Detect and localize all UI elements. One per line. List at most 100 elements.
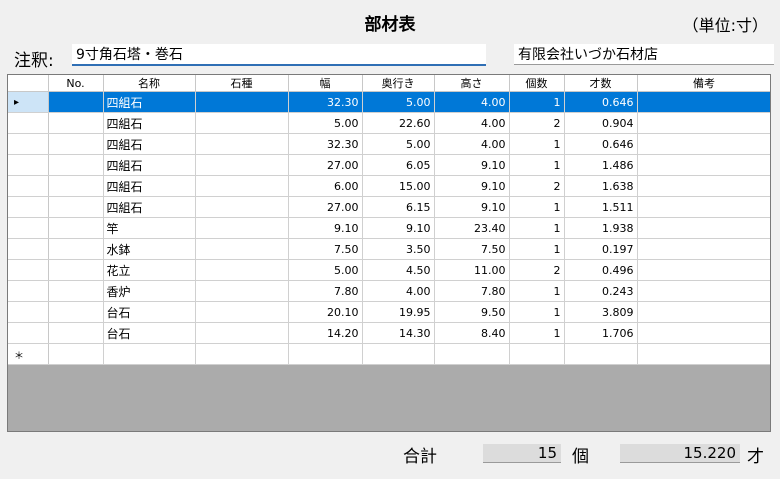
cell-width[interactable]: 32.30 [288,133,363,155]
cell-stone[interactable] [195,322,289,344]
column-header[interactable]: 高さ [434,75,510,92]
cell-depth[interactable]: 9.10 [362,217,435,239]
cell-name[interactable]: 四組石 [103,196,196,218]
cell-name[interactable]: 花立 [103,259,196,281]
cell-height[interactable]: 4.00 [434,91,510,113]
new-row-cell[interactable] [564,343,638,365]
cell-count[interactable]: 1 [509,217,565,239]
cell-count[interactable]: 1 [509,133,565,155]
cell-height[interactable]: 8.40 [434,322,510,344]
cell-volume[interactable]: 1.511 [564,196,638,218]
cell-remarks[interactable] [637,196,770,218]
cell-name[interactable]: 水鉢 [103,238,196,260]
cell-no[interactable] [48,259,104,281]
cell-count[interactable]: 1 [509,238,565,260]
row-selector[interactable] [8,175,49,197]
table-row[interactable]: 四組石 6.00 15.00 9.10 2 1.638 [8,175,770,197]
cell-count[interactable]: 1 [509,301,565,323]
cell-stone[interactable] [195,217,289,239]
cell-depth[interactable]: 4.50 [362,259,435,281]
cell-stone[interactable] [195,112,289,134]
row-selector[interactable]: ▸ [8,91,49,113]
new-row-cell[interactable] [103,343,196,365]
cell-height[interactable]: 9.10 [434,196,510,218]
cell-count[interactable]: 2 [509,175,565,197]
cell-count[interactable]: 1 [509,280,565,302]
row-selector[interactable] [8,112,49,134]
cell-name[interactable]: 四組石 [103,154,196,176]
cell-volume[interactable]: 1.938 [564,217,638,239]
cell-name[interactable]: 四組石 [103,91,196,113]
cell-depth[interactable]: 14.30 [362,322,435,344]
cell-height[interactable]: 9.50 [434,301,510,323]
cell-width[interactable]: 20.10 [288,301,363,323]
table-row[interactable]: 台石 14.20 14.30 8.40 1 1.706 [8,322,770,344]
cell-count[interactable]: 2 [509,259,565,281]
cell-remarks[interactable] [637,301,770,323]
cell-remarks[interactable] [637,133,770,155]
cell-depth[interactable]: 19.95 [362,301,435,323]
cell-no[interactable] [48,196,104,218]
cell-remarks[interactable] [637,217,770,239]
cell-width[interactable]: 7.50 [288,238,363,260]
new-row[interactable]: ＊ [8,343,770,365]
new-row-cell[interactable] [48,343,104,365]
cell-depth[interactable]: 6.05 [362,154,435,176]
cell-width[interactable]: 32.30 [288,91,363,113]
cell-count[interactable]: 1 [509,91,565,113]
cell-remarks[interactable] [637,175,770,197]
cell-height[interactable]: 4.00 [434,133,510,155]
cell-no[interactable] [48,133,104,155]
cell-count[interactable]: 1 [509,322,565,344]
table-row[interactable]: 四組石 27.00 6.05 9.10 1 1.486 [8,154,770,176]
cell-height[interactable]: 7.50 [434,238,510,260]
cell-height[interactable]: 9.10 [434,154,510,176]
row-selector[interactable] [8,280,49,302]
table-row[interactable]: 四組石 32.30 5.00 4.00 1 0.646 [8,133,770,155]
cell-remarks[interactable] [637,112,770,134]
cell-volume[interactable]: 0.646 [564,91,638,113]
cell-height[interactable]: 7.80 [434,280,510,302]
table-row[interactable]: ▸ 四組石 32.30 5.00 4.00 1 0.646 [8,91,770,113]
cell-depth[interactable]: 6.15 [362,196,435,218]
cell-no[interactable] [48,91,104,113]
cell-remarks[interactable] [637,259,770,281]
cell-height[interactable]: 4.00 [434,112,510,134]
cell-name[interactable]: 台石 [103,301,196,323]
column-header[interactable]: 才数 [564,75,638,92]
row-selector[interactable] [8,217,49,239]
cell-no[interactable] [48,238,104,260]
cell-width[interactable]: 9.10 [288,217,363,239]
cell-name[interactable]: 香炉 [103,280,196,302]
cell-stone[interactable] [195,259,289,281]
cell-height[interactable]: 23.40 [434,217,510,239]
column-header[interactable]: 奥行き [362,75,435,92]
table-row[interactable]: 竿 9.10 9.10 23.40 1 1.938 [8,217,770,239]
new-row-cell[interactable] [434,343,510,365]
new-row-cell[interactable] [362,343,435,365]
cell-depth[interactable]: 15.00 [362,175,435,197]
row-selector[interactable] [8,322,49,344]
column-header[interactable]: 石種 [195,75,289,92]
cell-depth[interactable]: 3.50 [362,238,435,260]
cell-depth[interactable]: 5.00 [362,91,435,113]
table-row[interactable]: 台石 20.10 19.95 9.50 1 3.809 [8,301,770,323]
cell-name[interactable]: 四組石 [103,175,196,197]
cell-stone[interactable] [195,133,289,155]
table-row[interactable]: 四組石 27.00 6.15 9.10 1 1.511 [8,196,770,218]
cell-width[interactable]: 27.00 [288,154,363,176]
cell-count[interactable]: 2 [509,112,565,134]
cell-no[interactable] [48,301,104,323]
new-row-marker[interactable]: ＊ [8,343,49,365]
cell-depth[interactable]: 22.60 [362,112,435,134]
cell-width[interactable]: 14.20 [288,322,363,344]
table-row[interactable]: 水鉢 7.50 3.50 7.50 1 0.197 [8,238,770,260]
cell-volume[interactable]: 0.197 [564,238,638,260]
cell-stone[interactable] [195,280,289,302]
cell-depth[interactable]: 5.00 [362,133,435,155]
cell-no[interactable] [48,280,104,302]
cell-height[interactable]: 11.00 [434,259,510,281]
column-header[interactable]: 幅 [288,75,363,92]
cell-remarks[interactable] [637,154,770,176]
company-input[interactable] [514,44,774,65]
